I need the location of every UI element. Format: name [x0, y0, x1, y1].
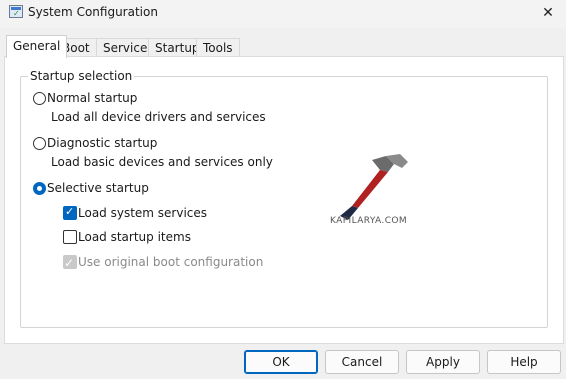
use-original-boot-config-label: Use original boot configuration	[78, 255, 264, 269]
normal-startup-radio[interactable]	[33, 92, 46, 105]
load-system-services-checkbox[interactable]: ✓	[63, 205, 77, 220]
startup-selection-legend: Startup selection	[28, 69, 135, 83]
startup-selection-group: Startup selection Normal startup Load al…	[20, 69, 548, 328]
close-icon: ✕	[542, 5, 554, 21]
watermark-text: KAPILARYA.COM	[330, 216, 408, 226]
general-tab-panel: Startup selection Normal startup Load al…	[4, 56, 564, 344]
diagnostic-startup-description: Load basic devices and services only	[51, 155, 273, 169]
title-bar: ✓ System Configuration ✕	[0, 0, 566, 28]
selective-startup-radio[interactable]	[33, 182, 46, 195]
close-button[interactable]: ✕	[536, 2, 560, 24]
help-button[interactable]: Help	[487, 350, 561, 374]
system-configuration-icon: ✓	[9, 5, 23, 18]
tab-general[interactable]: General	[6, 35, 68, 58]
load-startup-items-label[interactable]: Load startup items	[78, 230, 191, 244]
load-system-services-label[interactable]: Load system services	[78, 206, 207, 220]
tab-tools[interactable]: Tools	[196, 38, 240, 57]
diagnostic-startup-radio[interactable]	[33, 137, 46, 150]
normal-startup-label[interactable]: Normal startup	[47, 91, 137, 105]
diagnostic-startup-label[interactable]: Diagnostic startup	[47, 136, 157, 150]
load-startup-items-checkbox[interactable]	[63, 230, 77, 244]
use-original-boot-config-checkbox: ✓	[63, 255, 77, 270]
selective-startup-label[interactable]: Selective startup	[47, 181, 149, 195]
apply-button[interactable]: Apply	[406, 350, 480, 374]
normal-startup-description: Load all device drivers and services	[51, 110, 266, 124]
window-title: System Configuration	[28, 5, 158, 19]
ok-button[interactable]: OK	[244, 350, 318, 374]
cancel-button[interactable]: Cancel	[325, 350, 399, 374]
